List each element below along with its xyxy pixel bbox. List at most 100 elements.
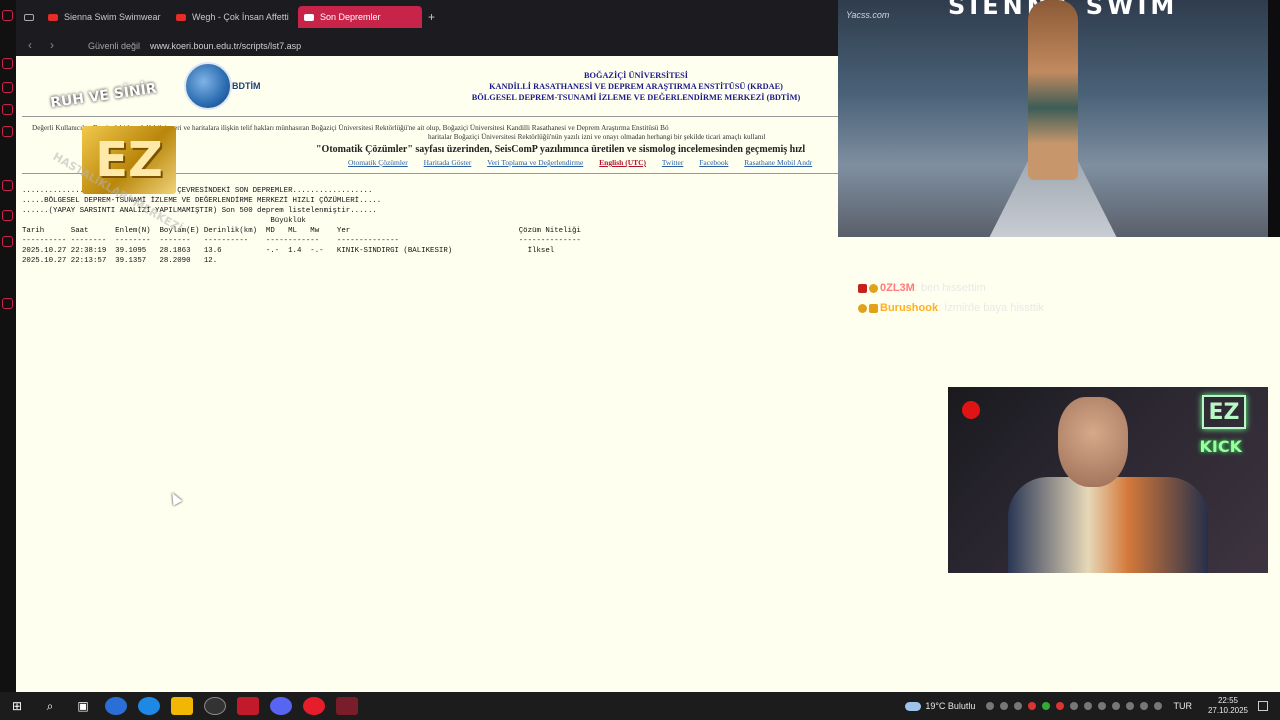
clock[interactable]: 22:55 27.10.2025 [1208, 696, 1248, 716]
search-icon[interactable]: ⌕ [39, 697, 61, 715]
tray-icon[interactable] [1028, 702, 1037, 710]
chat-user: 0ZL3M [880, 282, 915, 294]
sidebar-app-icon[interactable] [2, 126, 13, 137]
tab-label: Son Depremler [320, 12, 381, 22]
discord-icon[interactable] [270, 697, 292, 715]
task-view-icon[interactable]: ▣ [72, 697, 94, 715]
network-icon[interactable] [1140, 702, 1149, 710]
copilot-icon[interactable] [105, 697, 127, 715]
tray-icon[interactable] [1056, 702, 1065, 710]
link-twitter[interactable]: Twitter [662, 158, 684, 167]
edge-icon[interactable] [138, 697, 160, 715]
tab-label: Sienna Swim Swimwear F [64, 12, 162, 22]
institution-line: KANDİLLİ RASATHANESİ VE DEPREM ARAŞTIRMA… [489, 82, 783, 91]
volume-icon[interactable] [1154, 702, 1163, 710]
screen: Sienna Swim Swimwear F Wegh - Çok İnsan … [0, 0, 1280, 720]
quake-row: 2025.10.27 22:13:57 39.1357 28.2090 12. [22, 257, 528, 265]
tab-sienna[interactable]: Sienna Swim Swimwear F [42, 6, 162, 28]
taskbar: ⊞ ⌕ ▣ 19°C Bulutlu TUR 22:55 27.10.2025 [0, 692, 1280, 720]
tray-icon[interactable] [1014, 702, 1023, 710]
badge-icon [858, 303, 867, 313]
tab-menu-icon[interactable] [22, 6, 36, 28]
column-separator: ---------- -------- -------- ------- ---… [22, 237, 581, 245]
new-tab-button[interactable]: + [426, 6, 440, 28]
sidebar-app-icon[interactable] [2, 236, 13, 247]
chat-message: Burushook : İzmirde baya hissttik [858, 298, 1044, 318]
obs-icon[interactable] [204, 697, 226, 715]
quake-rows: 2025.10.27 22:38:19 39.1095 28.1863 13.6… [22, 247, 554, 265]
link-facebook[interactable]: Facebook [699, 158, 728, 167]
chat-user: Burushook [880, 302, 939, 314]
clock-time: 22:55 [1217, 696, 1238, 705]
mouse-cursor-icon [167, 490, 183, 506]
chat-message: 0ZL3M : ben hissettim [858, 278, 1044, 298]
watermark-title: RUH VE SİNİR [49, 80, 158, 112]
institution-header: BOĞAZİÇİ ÜNİVERSİTESİ KANDİLLİ RASATHANE… [456, 70, 816, 103]
opera-icon[interactable] [2, 10, 13, 21]
link-veri-toplama[interactable]: Veri Toplama ve Değerlendirme [487, 158, 583, 167]
recording-dot-icon [962, 401, 980, 419]
url-text[interactable]: www.koeri.boun.edu.tr/scripts/lst7.asp [150, 41, 301, 51]
video-overlay: Yacss.com SIENNA SWIM [838, 0, 1268, 237]
weather-text: 19°C Bulutlu [925, 701, 976, 711]
page-icon [304, 13, 314, 21]
clock-date: 27.10.2025 [1207, 706, 1248, 715]
youtube-icon [48, 13, 58, 21]
sidebar-app-icon[interactable] [2, 82, 13, 93]
address-bar: ‹ › Güvenli değil www.koeri.boun.edu.tr/… [16, 34, 838, 56]
twitch-icon[interactable] [2, 180, 13, 191]
badge-icon [869, 303, 878, 313]
chat-overlay: 0ZL3M : ben hissettim Burushook : İzmird… [858, 278, 1044, 318]
tab-son-depremler[interactable]: Son Depremler [298, 6, 422, 28]
tray-icon[interactable] [1126, 702, 1135, 710]
institution-line: BÖLGESEL DEPREM-TSUNAMİ İZLEME VE DEĞERL… [471, 93, 801, 102]
tab-label: Wegh - Çok İnsan Affetti [192, 12, 289, 22]
video-site-label: Yacss.com [846, 10, 890, 20]
microphone-icon[interactable] [1112, 702, 1121, 710]
nav-links: Otomatik Çözümler Haritada Göster Veri T… [348, 158, 826, 167]
streamer-shirt [1008, 477, 1208, 573]
back-icon[interactable]: ‹ [22, 38, 38, 52]
tray-icon[interactable] [1084, 702, 1093, 710]
ez-logo: EZ [1202, 395, 1246, 429]
kick-logo: KICK [1199, 437, 1243, 456]
chat-text: : ben hissettim [914, 282, 986, 294]
weather-widget[interactable]: 19°C Bulutlu [905, 701, 975, 711]
tray-icon[interactable] [986, 702, 995, 710]
sidebar-app-icon[interactable] [2, 58, 13, 69]
tab-bar: Sienna Swim Swimwear F Wegh - Çok İnsan … [16, 0, 838, 34]
settings-icon[interactable] [2, 298, 13, 309]
quake-row: 2025.10.27 22:38:19 39.1095 28.1863 13.6… [22, 247, 555, 255]
tab-wegh[interactable]: Wegh - Çok İnsan Affetti [170, 6, 290, 28]
tray-icon[interactable] [1042, 702, 1051, 710]
bdtim-logo-label: BDTİM [232, 81, 261, 91]
opera-icon[interactable] [303, 697, 325, 715]
opera-active-icon[interactable] [336, 697, 358, 715]
notifications-icon[interactable] [1258, 701, 1268, 711]
link-haritada-goster[interactable]: Haritada Göster [424, 158, 472, 167]
tray-icon[interactable] [1098, 702, 1107, 710]
input-language[interactable]: TUR [1173, 701, 1192, 711]
sidebar-app-icon[interactable] [2, 210, 13, 221]
cloud-icon [905, 701, 922, 711]
link-otomatik-cozumler[interactable]: Otomatik Çözümler [348, 158, 408, 167]
youtube-icon [176, 13, 186, 21]
url-field[interactable]: Güvenli değil www.koeri.boun.edu.tr/scri… [58, 37, 838, 54]
model-image [1028, 0, 1078, 180]
security-label[interactable]: Güvenli değil [88, 41, 140, 51]
file-explorer-icon[interactable] [171, 697, 193, 715]
page-subtitle: "Otomatik Çözümler" sayfası üzerinden, S… [316, 144, 806, 155]
link-english[interactable]: English (UTC) [599, 158, 646, 167]
tray-icon[interactable] [1070, 702, 1079, 710]
badge-icon [858, 283, 867, 293]
link-mobile-app[interactable]: Rasathane Mobil Andr [744, 158, 812, 167]
tray-icon[interactable] [1000, 702, 1009, 710]
badge-icon [869, 283, 878, 293]
app-icon[interactable] [237, 697, 259, 715]
institution-line: BOĞAZİÇİ ÜNİVERSİTESİ [584, 71, 688, 80]
streamer-face [1058, 397, 1128, 487]
browser-sidebar [0, 0, 16, 692]
chat-text: : İzmirde baya hissttik [938, 302, 1044, 314]
sidebar-app-icon[interactable] [2, 104, 13, 115]
windows-start-icon[interactable]: ⊞ [6, 697, 28, 715]
